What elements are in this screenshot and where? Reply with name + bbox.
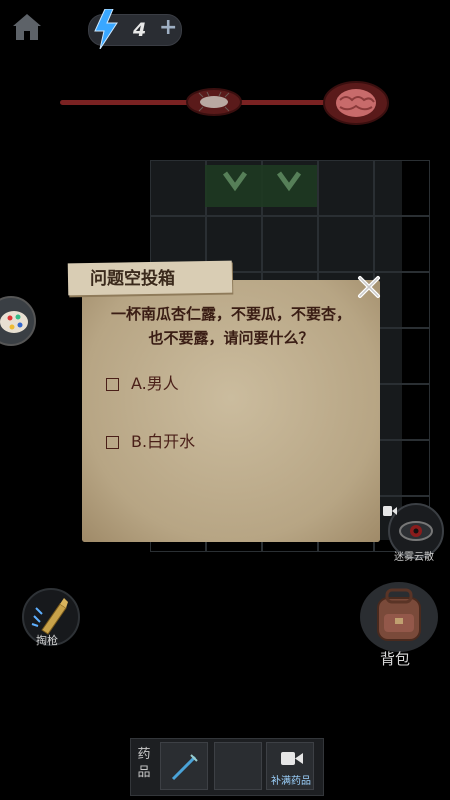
medicine-slot-2[interactable] [214, 742, 262, 790]
close-icon[interactable] [355, 273, 383, 301]
board-cell [374, 440, 430, 496]
checkbox-icon[interactable] [106, 378, 119, 391]
option-b-label: B.白开水 [131, 432, 196, 451]
board-cell [318, 160, 374, 216]
spoon-brain-icon [323, 81, 389, 125]
board-cell [150, 160, 206, 216]
option-b[interactable]: B.白开水 [106, 428, 195, 452]
option-a[interactable]: A.男人 [106, 370, 179, 394]
target-row [205, 165, 317, 207]
syringe-icon [171, 754, 198, 781]
board-cell [374, 160, 430, 216]
board-cell [374, 328, 430, 384]
home-icon[interactable] [10, 10, 44, 44]
board-cell [318, 216, 374, 272]
dialog-title: 问题空投箱 [90, 269, 175, 289]
fog-clear-label: 迷雾云散 [394, 552, 434, 563]
backpack-label: 背包 [380, 650, 411, 668]
energy-value: 4 [133, 19, 147, 41]
backpack-button[interactable] [360, 582, 438, 652]
checkbox-icon[interactable] [106, 436, 119, 449]
palette-icon [0, 311, 28, 333]
medicine-label: 药品 [137, 747, 151, 780]
refill-medicine-label: 补满药品 [271, 776, 311, 787]
spoon-bug-icon [186, 88, 242, 116]
backpack-icon [377, 588, 421, 641]
board-cell [262, 216, 318, 272]
medicine-slot-1[interactable] [160, 742, 208, 790]
board-cell [374, 384, 430, 440]
video-icon [281, 752, 303, 765]
question-line-1: 一杯南瓜杏仁露，不要瓜，不要杏， [110, 305, 351, 323]
lightning-bolt-icon [94, 9, 118, 49]
add-energy-button[interactable]: + [159, 15, 177, 40]
question-text: 一杯南瓜杏仁露，不要瓜，不要杏， 也不要露，请问要什么？ [96, 302, 366, 350]
energy-counter: 4 + [88, 9, 182, 49]
down-arrow-icon [222, 171, 302, 192]
board-cell [374, 216, 430, 272]
palette-button[interactable] [0, 296, 36, 346]
question-line-2: 也不要露，请问要什么？ [148, 329, 314, 347]
option-a-label: A.男人 [131, 374, 179, 393]
draw-gun-label: 掏枪 [36, 634, 58, 647]
video-icon [383, 506, 397, 516]
